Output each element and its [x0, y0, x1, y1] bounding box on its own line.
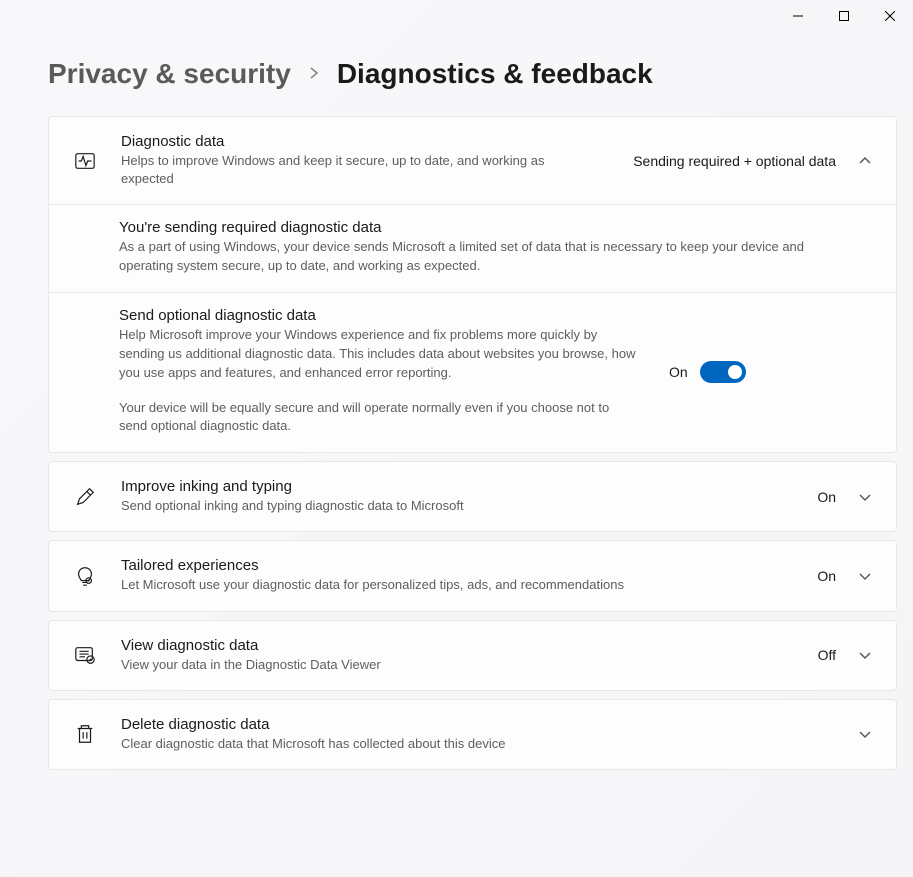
chevron-down-icon	[854, 492, 876, 502]
chevron-down-icon	[854, 729, 876, 739]
tailored-experiences-section: Tailored experiences Let Microsoft use y…	[48, 540, 897, 611]
inking-typing-header[interactable]: Improve inking and typing Send optional …	[49, 462, 896, 531]
view-status: Off	[818, 647, 836, 663]
delete-diagnostic-header[interactable]: Delete diagnostic data Clear diagnostic …	[49, 700, 896, 769]
page-title: Diagnostics & feedback	[337, 58, 653, 90]
section-desc: Clear diagnostic data that Microsoft has…	[121, 735, 854, 753]
tailored-status: On	[817, 568, 836, 584]
sub-title: Send optional diagnostic data	[119, 307, 639, 324]
section-desc: Helps to improve Windows and keep it sec…	[121, 152, 551, 188]
chevron-up-icon	[854, 156, 876, 166]
data-viewer-icon	[71, 644, 99, 666]
optional-diagnostic-toggle-wrap: On	[669, 361, 746, 383]
lightbulb-icon	[71, 565, 99, 587]
toggle-label: On	[669, 364, 688, 380]
chevron-down-icon	[854, 571, 876, 581]
view-diagnostic-section: View diagnostic data View your data in t…	[48, 620, 897, 691]
diagnostic-status: Sending required + optional data	[633, 153, 836, 169]
chevron-down-icon	[854, 650, 876, 660]
sub-desc: Help Microsoft improve your Windows expe…	[119, 326, 639, 383]
close-button[interactable]	[867, 0, 913, 32]
section-desc: View your data in the Diagnostic Data Vi…	[121, 656, 818, 674]
delete-diagnostic-section: Delete diagnostic data Clear diagnostic …	[48, 699, 897, 770]
required-diagnostic-subsection: You're sending required diagnostic data …	[49, 204, 896, 292]
section-title: Tailored experiences	[121, 557, 817, 574]
minimize-button[interactable]	[775, 0, 821, 32]
section-title: Delete diagnostic data	[121, 716, 854, 733]
breadcrumb-parent[interactable]: Privacy & security	[48, 58, 291, 90]
activity-icon	[71, 150, 99, 172]
section-title: View diagnostic data	[121, 637, 818, 654]
inking-status: On	[817, 489, 836, 505]
inking-typing-section: Improve inking and typing Send optional …	[48, 461, 897, 532]
optional-diagnostic-toggle[interactable]	[700, 361, 746, 383]
tailored-experiences-header[interactable]: Tailored experiences Let Microsoft use y…	[49, 541, 896, 610]
section-desc: Let Microsoft use your diagnostic data f…	[121, 576, 817, 594]
window-controls	[775, 0, 913, 32]
section-title: Improve inking and typing	[121, 478, 817, 495]
chevron-right-icon	[309, 64, 319, 85]
sub-desc: Your device will be equally secure and w…	[119, 399, 639, 437]
view-diagnostic-header[interactable]: View diagnostic data View your data in t…	[49, 621, 896, 690]
content: Diagnostic data Helps to improve Windows…	[0, 90, 913, 774]
maximize-button[interactable]	[821, 0, 867, 32]
diagnostic-data-section: Diagnostic data Helps to improve Windows…	[48, 116, 897, 453]
sub-desc: As a part of using Windows, your device …	[119, 238, 836, 276]
trash-icon	[71, 723, 99, 745]
sub-title: You're sending required diagnostic data	[119, 219, 836, 236]
section-desc: Send optional inking and typing diagnost…	[121, 497, 817, 515]
diagnostic-data-header[interactable]: Diagnostic data Helps to improve Windows…	[49, 117, 896, 204]
pen-icon	[71, 486, 99, 508]
optional-diagnostic-subsection: Send optional diagnostic data Help Micro…	[49, 292, 896, 452]
section-title: Diagnostic data	[121, 133, 633, 150]
